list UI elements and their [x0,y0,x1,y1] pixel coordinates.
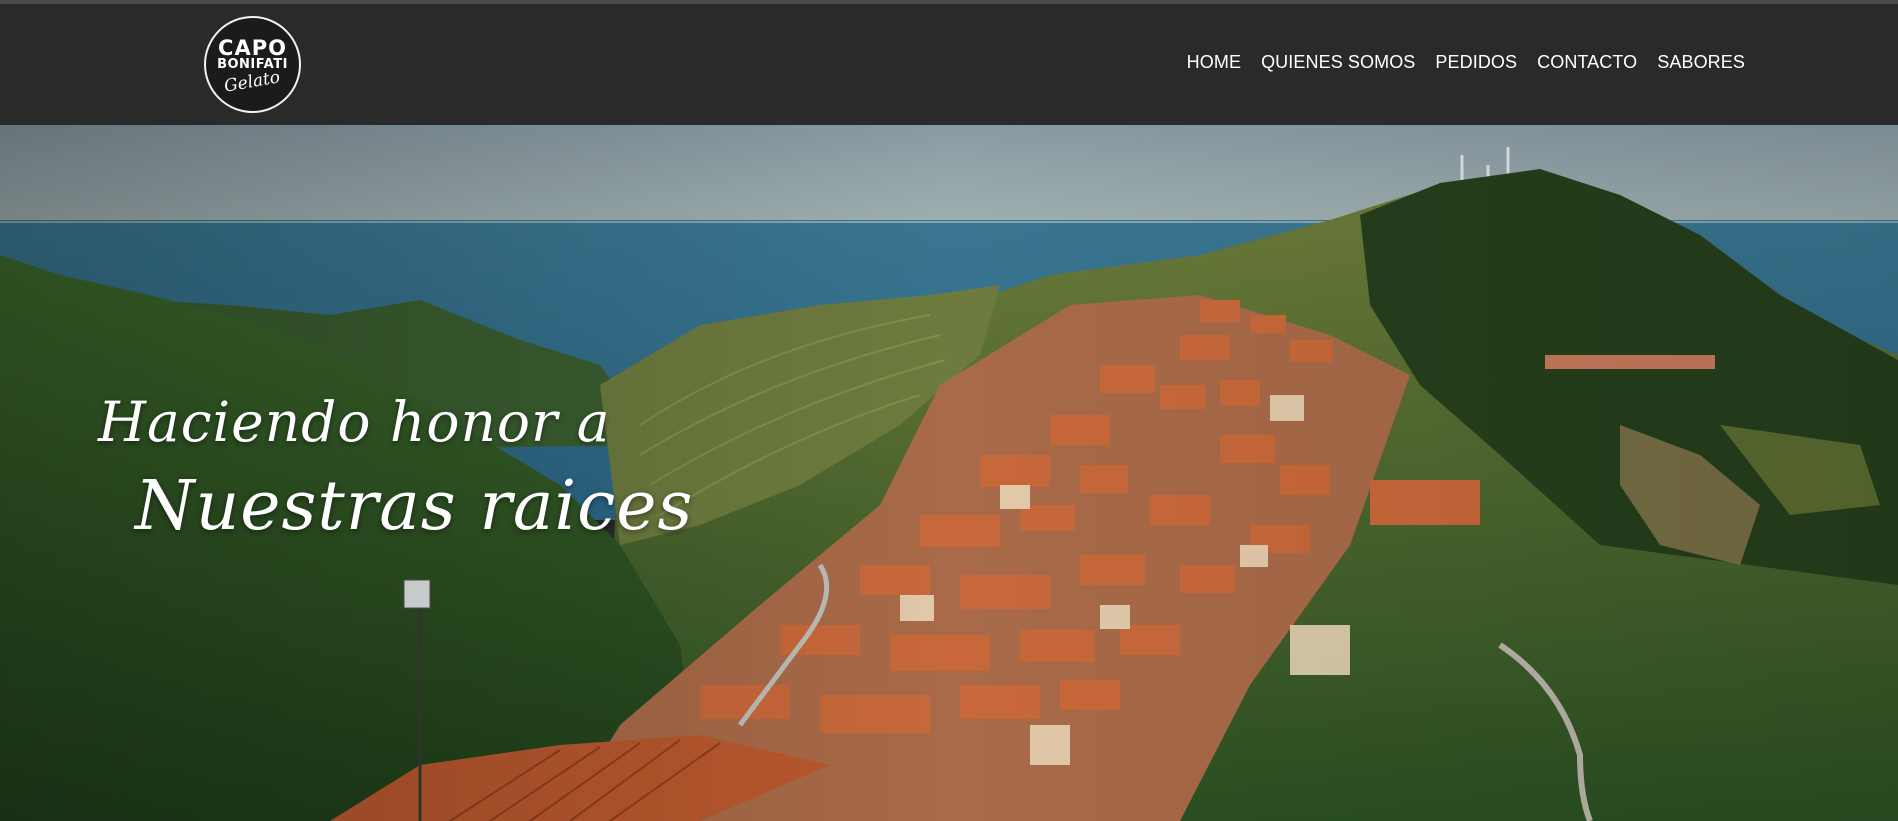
main-navigation: HOME QUIENES SOMOS PEDIDOS CONTACTO SABO… [1187,52,1745,73]
nav-item-pedidos[interactable]: PEDIDOS [1435,52,1517,73]
hero-tagline-line-1: Haciendo honor a [98,390,611,454]
hero-banner: Haciendo honor a Nuestras raices [0,125,1898,821]
logo-line-3: Gelato [223,67,282,97]
nav-item-quienes-somos[interactable]: QUIENES SOMOS [1261,52,1415,73]
nav-item-sabores[interactable]: SABORES [1657,52,1745,73]
nav-item-home[interactable]: HOME [1187,52,1241,73]
brand-logo[interactable]: CAPO BONIFATI Gelato [204,16,301,113]
site-header: CAPO BONIFATI Gelato HOME QUIENES SOMOS … [0,4,1898,125]
hero-tagline-line-2: Nuestras raices [135,467,694,546]
logo-line-1: CAPO [218,36,287,60]
nav-item-contacto[interactable]: CONTACTO [1537,52,1637,73]
